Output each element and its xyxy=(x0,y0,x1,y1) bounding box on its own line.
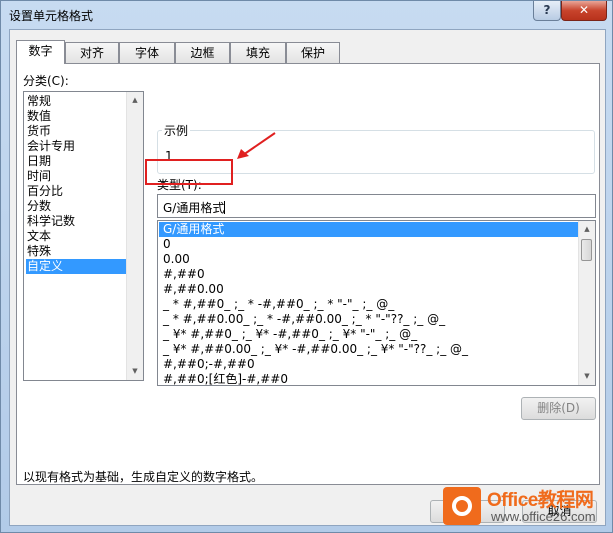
list-item[interactable]: 货币 xyxy=(26,124,128,139)
title-bar: 设置单元格格式 ? ✕ xyxy=(1,1,613,29)
format-cells-dialog: 设置单元格格式 ? ✕ 数字 对齐 字体 边框 填充 保护 分类(C): 常规 … xyxy=(0,0,613,533)
scroll-up-icon[interactable]: ▲ xyxy=(579,221,595,238)
type-input-value: G/通用格式 xyxy=(163,201,226,215)
dialog-body: 数字 对齐 字体 边框 填充 保护 分类(C): 常规 数值 货币 会计专用 日… xyxy=(9,29,606,526)
office-logo-icon xyxy=(443,487,481,525)
list-item[interactable]: #,##0;-#,##0 xyxy=(159,357,578,372)
list-item[interactable]: 时间 xyxy=(26,169,128,184)
scroll-up-icon[interactable]: ▲ xyxy=(127,92,143,109)
list-item[interactable]: _ * #,##0.00_ ;_ * -#,##0.00_ ;_ * "-"??… xyxy=(159,312,578,327)
list-item[interactable]: 科学记数 xyxy=(26,214,128,229)
category-label: 分类(C): xyxy=(23,74,69,88)
list-item[interactable]: _ * #,##0_ ;_ * -#,##0_ ;_ * "-"_ ;_ @_ xyxy=(159,297,578,312)
list-item[interactable]: 常规 xyxy=(26,94,128,109)
scroll-thumb[interactable] xyxy=(581,239,592,261)
list-item[interactable]: 百分比 xyxy=(26,184,128,199)
list-item[interactable]: #,##0 xyxy=(159,267,578,282)
annotation-arrow-icon xyxy=(237,132,276,159)
scroll-down-icon[interactable]: ▼ xyxy=(127,363,143,380)
list-item[interactable]: _ ¥* #,##0.00_ ;_ ¥* -#,##0.00_ ;_ ¥* "-… xyxy=(159,342,578,357)
tab-fill[interactable]: 填充 xyxy=(230,42,286,63)
sample-legend: 示例 xyxy=(162,122,191,139)
tab-font[interactable]: 字体 xyxy=(119,42,175,63)
watermark-url: www.office26.com xyxy=(491,509,596,524)
number-tab-panel: 分类(C): 常规 数值 货币 会计专用 日期 时间 百分比 分数 科学记数 文… xyxy=(16,63,600,485)
tab-protection[interactable]: 保护 xyxy=(286,42,340,63)
dialog-title: 设置单元格格式 xyxy=(9,9,94,23)
list-item[interactable]: #,##0;[红色]-#,##0 xyxy=(159,372,578,387)
type-input[interactable]: G/通用格式 xyxy=(157,194,596,218)
list-item-selected[interactable]: 自定义 xyxy=(26,259,128,274)
scroll-down-icon[interactable]: ▼ xyxy=(579,368,595,385)
tab-alignment[interactable]: 对齐 xyxy=(65,42,119,63)
list-item[interactable]: #,##0.00 xyxy=(159,282,578,297)
tab-number[interactable]: 数字 xyxy=(16,40,65,64)
tab-border[interactable]: 边框 xyxy=(175,42,230,63)
list-item[interactable]: 0.00 xyxy=(159,252,578,267)
format-scrollbar[interactable]: ▲ ▼ xyxy=(578,221,595,385)
annotation-highlight-box xyxy=(145,159,233,185)
category-list[interactable]: 常规 数值 货币 会计专用 日期 时间 百分比 分数 科学记数 文本 特殊 自定… xyxy=(23,91,144,381)
description-text: 以现有格式为基础，生成自定义的数字格式。 xyxy=(23,470,264,484)
help-button[interactable]: ? xyxy=(533,1,561,21)
list-item[interactable]: 会计专用 xyxy=(26,139,128,154)
list-item[interactable]: 数值 xyxy=(26,109,128,124)
watermark-title: Office教程网 xyxy=(487,490,594,511)
list-item[interactable]: 特殊 xyxy=(26,244,128,259)
text-caret xyxy=(224,201,226,214)
close-icon: ✕ xyxy=(578,3,590,17)
list-item[interactable]: _ ¥* #,##0_ ;_ ¥* -#,##0_ ;_ ¥* "-"_ ;_ … xyxy=(159,327,578,342)
delete-button[interactable]: 删除(D) xyxy=(521,397,596,420)
list-item[interactable]: 日期 xyxy=(26,154,128,169)
close-button[interactable]: ✕ xyxy=(561,1,607,21)
list-item[interactable]: 0 xyxy=(159,237,578,252)
category-scrollbar[interactable]: ▲ ▼ xyxy=(126,92,143,380)
format-list[interactable]: G/通用格式 0 0.00 #,##0 #,##0.00 _ * #,##0_ … xyxy=(157,220,596,386)
list-item[interactable]: 文本 xyxy=(26,229,128,244)
list-item[interactable]: 分数 xyxy=(26,199,128,214)
watermark: Office教程网 www.office26.com xyxy=(443,483,611,529)
list-item-selected[interactable]: G/通用格式 xyxy=(159,222,578,237)
